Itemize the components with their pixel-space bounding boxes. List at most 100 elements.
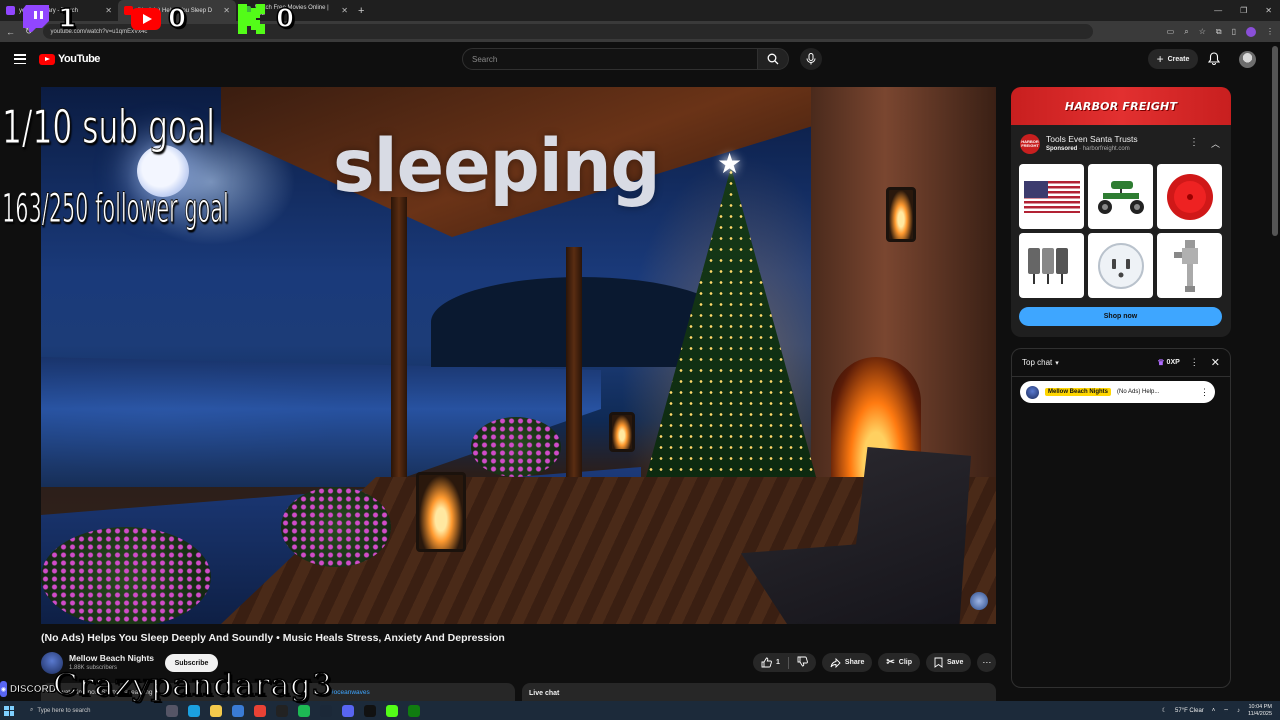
chrome-icon[interactable] — [254, 704, 266, 717]
volume-icon[interactable]: ♪ — [1237, 708, 1240, 714]
new-tab-button[interactable]: + — [358, 5, 364, 17]
bell-icon — [1207, 52, 1221, 65]
search-input[interactable] — [472, 54, 757, 64]
clip-button[interactable]: ✂ Clip — [878, 653, 920, 672]
close-icon[interactable]: ✕ — [341, 6, 348, 15]
kick-icon — [238, 4, 270, 34]
browser-menu-icon[interactable]: ⋮ — [1266, 27, 1274, 36]
network-icon[interactable]: ⌔ — [1223, 707, 1229, 715]
discord-icon: ◉ — [0, 681, 7, 697]
video-scene-flowers — [471, 417, 561, 477]
scissors-icon: ✂ — [886, 657, 895, 668]
advertiser-logo[interactable]: HARBOR FREIGHT — [1020, 134, 1040, 154]
page-scrollbar[interactable] — [1272, 46, 1278, 236]
shop-now-button[interactable]: Shop now — [1019, 307, 1222, 326]
xbox-icon[interactable] — [408, 704, 420, 717]
youtube-icon — [130, 4, 162, 34]
youtube-logo[interactable]: YouTube — [39, 53, 100, 65]
ad-title[interactable]: Tools Even Santa Trusts — [1046, 134, 1138, 144]
start-button[interactable] — [0, 701, 18, 720]
like-dislike-group: 1 — [753, 653, 816, 672]
weather-text[interactable]: 57°F Clear — [1175, 708, 1204, 714]
product-outlet[interactable] — [1088, 233, 1153, 298]
minimize-icon[interactable]: — — [1214, 6, 1222, 15]
crown-icon: ♛ — [1157, 358, 1165, 367]
obs-icon[interactable] — [276, 704, 288, 717]
close-icon[interactable]: ✕ — [105, 6, 112, 15]
microphone-icon — [806, 53, 816, 65]
save-button[interactable]: Save — [926, 653, 972, 672]
extensions-area: ▭ ⌕ ☆ ⧉ ▯ ⋮ — [1167, 26, 1274, 37]
taskbar-search[interactable]: ⌕ Type here to search — [26, 703, 146, 718]
search-button[interactable] — [757, 48, 789, 70]
edge-icon[interactable] — [188, 704, 200, 717]
youtube-play-icon — [39, 53, 55, 65]
kick-counter: 0 — [238, 3, 295, 35]
task-view-icon[interactable] — [166, 704, 178, 717]
notifications-button[interactable] — [1207, 52, 1221, 70]
discord-label: DISCORD — [9, 683, 57, 695]
close-window-icon[interactable]: ✕ — [1265, 6, 1272, 15]
product-red-disc[interactable] — [1157, 164, 1222, 229]
avatar — [1026, 385, 1039, 399]
zoom-icon[interactable]: ⌕ — [1184, 27, 1188, 37]
sponsored-ad[interactable]: HARBOR FREIGHT HARBOR FREIGHT Tools Even… — [1011, 87, 1231, 337]
tray-chevron-icon[interactable]: ˄ — [1212, 708, 1216, 714]
tiktok-icon[interactable] — [364, 704, 376, 717]
product-flag[interactable] — [1019, 164, 1084, 229]
close-icon[interactable]: ✕ — [1211, 356, 1220, 369]
channel-name[interactable]: Mellow Beach Nights — [69, 653, 154, 663]
twitch-count: 1 — [57, 3, 77, 35]
chat-mode-dropdown[interactable]: Top chat ▾ — [1022, 358, 1059, 367]
dislike-button[interactable] — [797, 656, 808, 669]
sidebar-icon[interactable]: ▯ — [1232, 27, 1236, 36]
chevron-up-icon[interactable]: ︿ — [1211, 137, 1220, 150]
steam-icon[interactable] — [320, 704, 332, 717]
ad-menu-icon[interactable]: ⋮ — [1189, 137, 1199, 148]
red-disc-icon — [1166, 173, 1213, 220]
video-player[interactable]: ★ sleeping — [41, 87, 996, 624]
extensions-icon[interactable]: ⧉ — [1216, 27, 1222, 37]
pinned-text: (No Ads) Help... — [1117, 389, 1160, 395]
product-faucet-valve[interactable] — [1157, 233, 1222, 298]
pinned-message[interactable]: Mellow Beach Nights (No Ads) Help... ⋮ — [1020, 381, 1215, 403]
close-icon[interactable]: ✕ — [223, 6, 230, 15]
chat-menu-icon[interactable]: ⋮ — [1190, 357, 1199, 368]
window-controls: — ❐ ✕ — [1214, 6, 1280, 15]
xp-badge[interactable]: ♛ 0XP — [1157, 358, 1179, 367]
hashtag-link[interactable]: #oceanwaves — [330, 689, 370, 696]
channel-watermark-icon[interactable] — [970, 592, 988, 610]
account-avatar[interactable] — [1239, 51, 1256, 68]
bookmark-star-icon[interactable]: ☆ — [1199, 27, 1206, 36]
product-hole-saws[interactable] — [1019, 233, 1084, 298]
store-icon[interactable] — [232, 704, 244, 717]
spotify-icon[interactable] — [298, 704, 310, 717]
cast-icon[interactable]: ▭ — [1167, 27, 1175, 36]
back-icon[interactable]: ← — [6, 27, 15, 37]
clock[interactable]: 10:04 PM 11/4/2025 — [1248, 704, 1272, 718]
maximize-icon[interactable]: ❐ — [1240, 6, 1247, 15]
kick-app-icon[interactable] — [386, 704, 398, 717]
twitch-icon — [20, 4, 52, 34]
profile-icon[interactable] — [1246, 26, 1256, 37]
more-actions-button[interactable]: ⋯ — [977, 653, 997, 672]
browser-toolbar: ← ↻ youtube.com/watch?v=u1qmExVx4c ▭ ⌕ ☆… — [0, 21, 1280, 42]
share-button[interactable]: Share — [821, 653, 873, 672]
create-button[interactable]: + Create — [1148, 49, 1198, 69]
chat-header: Top chat ▾ ♛ 0XP ⋮ ✕ — [1012, 349, 1230, 377]
sub-goal-overlay: 1/10 sub goal — [2, 100, 216, 155]
voice-search-button[interactable] — [800, 48, 822, 70]
like-button[interactable]: 1 — [761, 657, 780, 668]
product-garden-seat[interactable] — [1088, 164, 1153, 229]
hamburger-menu-icon[interactable] — [14, 54, 26, 64]
windows-taskbar: ⌕ Type here to search ☾ 57°F Clear ˄ ⌔ ♪… — [0, 701, 1280, 720]
discord-app-icon[interactable] — [342, 704, 354, 717]
clock-time: 10:04 PM — [1248, 703, 1272, 710]
ad-product-grid — [1019, 164, 1222, 298]
message-menu-icon[interactable]: ⋮ — [1200, 387, 1209, 398]
file-explorer-icon[interactable] — [210, 704, 222, 717]
ad-banner[interactable]: HARBOR FREIGHT — [1011, 87, 1231, 125]
video-scene-lantern — [609, 412, 635, 452]
save-playlist-icon — [934, 657, 943, 668]
address-bar[interactable]: youtube.com/watch?v=u1qmExVx4c — [42, 24, 1093, 39]
